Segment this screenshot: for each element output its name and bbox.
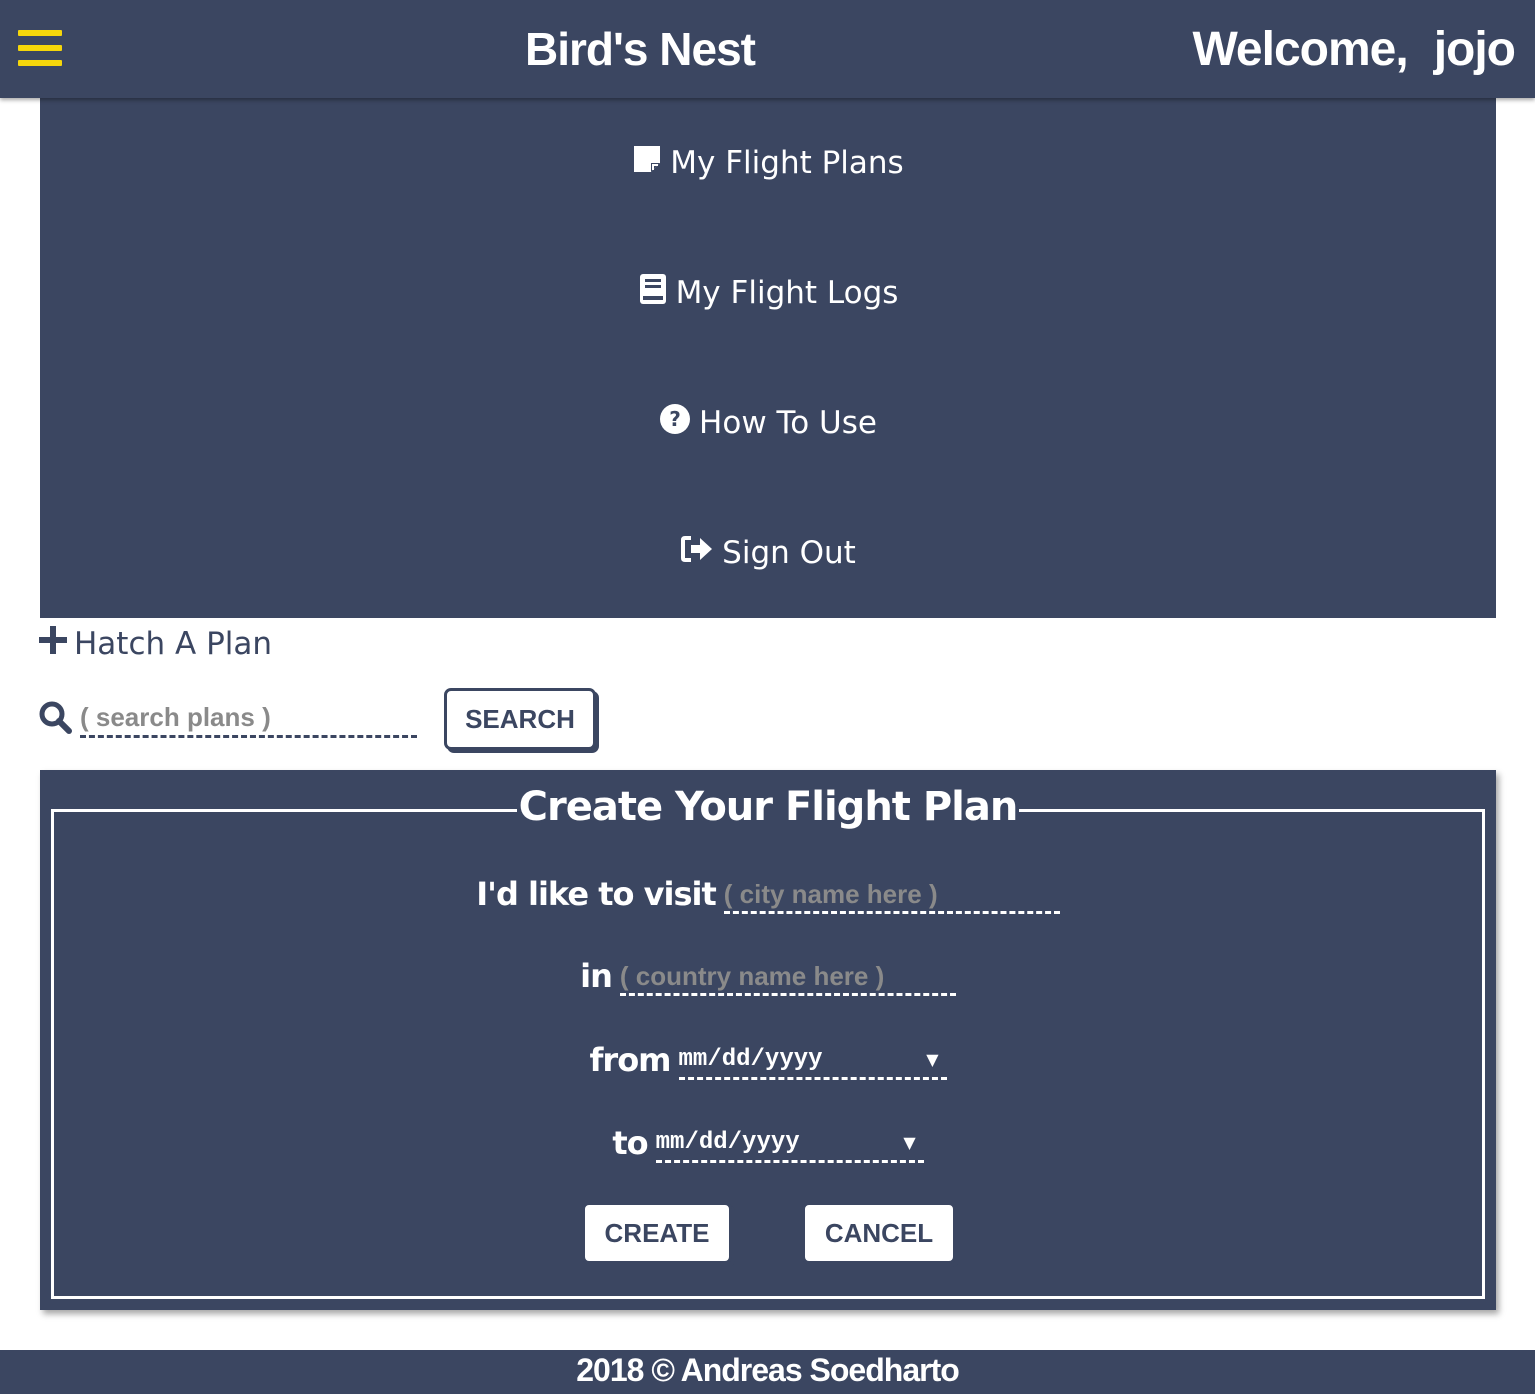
from-date-input[interactable]: mm/dd/yyyy ▼ bbox=[678, 1042, 947, 1080]
in-label: in bbox=[580, 957, 613, 995]
menu-item-label: My Flight Plans bbox=[670, 145, 904, 181]
menu-item-my-flight-plans[interactable]: My Flight Plans bbox=[40, 133, 1496, 193]
city-input[interactable] bbox=[723, 878, 1060, 914]
from-date-value: mm/dd/yyyy bbox=[678, 1046, 823, 1073]
to-row: to mm/dd/yyyy ▼ bbox=[40, 1123, 1496, 1163]
search-button[interactable]: SEARCH bbox=[444, 688, 596, 750]
note-icon bbox=[632, 144, 662, 182]
welcome-label: Welcome, bbox=[1192, 23, 1408, 76]
menu-item-my-flight-logs[interactable]: My Flight Logs bbox=[40, 263, 1496, 323]
hamburger-menu-icon[interactable] bbox=[18, 28, 64, 68]
question-circle-icon: ? bbox=[659, 403, 691, 443]
plus-icon bbox=[38, 625, 68, 663]
welcome-message: Welcome, jojo bbox=[1192, 22, 1516, 77]
dropdown-arrow-icon[interactable]: ▼ bbox=[903, 1133, 915, 1152]
to-date-input[interactable]: mm/dd/yyyy ▼ bbox=[655, 1125, 924, 1163]
create-button[interactable]: CREATE bbox=[582, 1202, 732, 1264]
to-label: to bbox=[612, 1124, 648, 1162]
footer-copyright: 2018 © Andreas Soedharto bbox=[0, 1350, 1535, 1394]
menu-item-sign-out[interactable]: Sign Out bbox=[40, 523, 1496, 583]
form-title: Create Your Flight Plan bbox=[516, 784, 1020, 830]
from-label: from bbox=[589, 1041, 671, 1079]
country-input[interactable] bbox=[619, 960, 956, 996]
search-input[interactable] bbox=[80, 700, 417, 738]
menu-item-how-to-use[interactable]: ? How To Use bbox=[40, 393, 1496, 453]
to-date-value: mm/dd/yyyy bbox=[655, 1129, 800, 1156]
menu-item-label: How To Use bbox=[699, 405, 877, 441]
menu-item-label: My Flight Logs bbox=[675, 275, 899, 311]
menu-item-label: Sign Out bbox=[722, 535, 856, 571]
hatch-a-plan-link[interactable]: Hatch A Plan bbox=[38, 622, 272, 666]
hatch-label: Hatch A Plan bbox=[74, 626, 273, 662]
form-title-wrapper: Create Your Flight Plan bbox=[40, 784, 1496, 830]
visit-row: I'd like to visit bbox=[40, 874, 1496, 914]
top-navbar: Bird's Nest Welcome, jojo bbox=[0, 0, 1535, 98]
search-icon bbox=[38, 700, 74, 736]
dropdown-arrow-icon[interactable]: ▼ bbox=[926, 1050, 938, 1069]
visit-label: I'd like to visit bbox=[476, 875, 717, 913]
svg-text:?: ? bbox=[669, 407, 681, 431]
from-row: from mm/dd/yyyy ▼ bbox=[40, 1040, 1496, 1080]
nav-menu: My Flight Plans My Flight Logs ? How To … bbox=[40, 98, 1496, 618]
sign-out-icon bbox=[680, 534, 714, 572]
cancel-button[interactable]: CANCEL bbox=[802, 1202, 956, 1264]
country-row: in bbox=[40, 956, 1496, 996]
create-plan-panel: Create Your Flight Plan I'd like to visi… bbox=[40, 770, 1496, 1310]
book-icon bbox=[638, 272, 668, 314]
brand-title[interactable]: Bird's Nest bbox=[490, 22, 790, 76]
username: jojo bbox=[1433, 23, 1516, 76]
